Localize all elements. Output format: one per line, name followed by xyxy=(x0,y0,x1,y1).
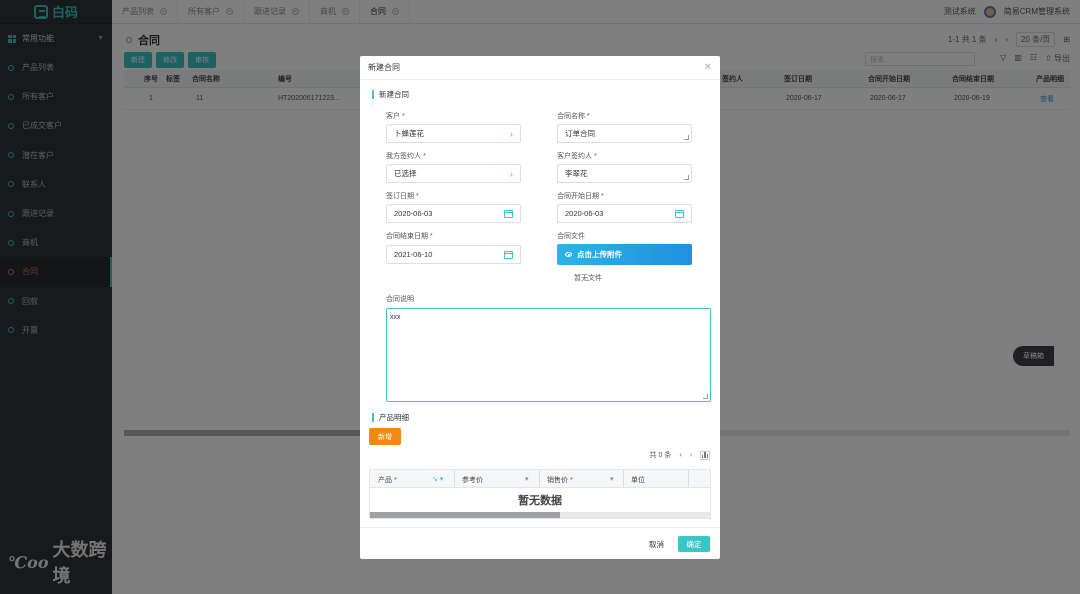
product-table: 产品 * ↘ ▾ 参考价 ▾ 销售价 * ▾ 单位 暂无数据 xyxy=(369,469,711,519)
sign-date-label: 签订日期 * xyxy=(386,193,419,200)
no-file-text: 暂无文件 xyxy=(574,275,602,282)
upload-button[interactable]: 点击上传附件 xyxy=(557,244,692,265)
new-contract-modal: 新建合同 ✕ 新建合同 客户 * 卜蜂莲花 › 合同名称 * 订单合同 我方签约… xyxy=(360,56,720,559)
customer-field[interactable]: 卜蜂莲花 › xyxy=(386,124,521,143)
section-products: 产品明细 xyxy=(372,412,409,423)
end-date-value: 2021-06-10 xyxy=(394,250,433,259)
start-date-label: 合同开始日期 * xyxy=(557,193,604,200)
section-products-title: 产品明细 xyxy=(379,413,409,422)
prev-page-icon[interactable]: ‹ xyxy=(679,452,681,459)
end-date-label: 合同结束日期 * xyxy=(386,233,433,240)
end-date-field[interactable]: 2021-06-10 xyxy=(386,245,521,264)
modal-header: 新建合同 ✕ xyxy=(360,56,720,80)
next-page-icon[interactable]: › xyxy=(690,452,692,459)
col-sale-price[interactable]: 销售价 * xyxy=(547,475,573,485)
sign-date-field[interactable]: 2020-06-03 xyxy=(386,204,521,223)
product-pager: 共 0 条 ‹ › xyxy=(650,450,710,460)
col-ref-price[interactable]: 参考价 xyxy=(462,475,483,485)
section-contract-title: 新建合同 xyxy=(379,90,409,99)
upload-label: 点击上传附件 xyxy=(577,250,622,259)
add-product-button[interactable]: 新增 xyxy=(369,428,401,445)
our-signer-label: 我方签约人 * xyxy=(386,153,426,160)
section-contract: 新建合同 xyxy=(372,89,409,100)
chevron-right-icon: › xyxy=(510,168,513,179)
calendar-icon xyxy=(504,209,513,218)
empty-text: 暂无数据 xyxy=(518,495,562,507)
contract-name-value: 订单合同 xyxy=(565,129,595,138)
bar-chart-icon[interactable] xyxy=(700,450,710,460)
confirm-button[interactable]: 确定 xyxy=(678,536,710,552)
customer-signer-label: 客户签约人 * xyxy=(557,153,597,160)
description-value: xxx xyxy=(390,314,401,321)
eye-icon xyxy=(565,252,572,257)
sort-icon[interactable]: ↘ ▾ xyxy=(432,475,443,483)
start-date-field[interactable]: 2020-06-03 xyxy=(557,204,692,223)
cancel-button[interactable]: 取消 xyxy=(649,539,664,550)
modal-footer: 取消 确定 xyxy=(360,527,720,559)
our-signer-field[interactable]: 已选择 › xyxy=(386,164,521,183)
customer-label: 客户 * xyxy=(386,113,405,120)
customer-value: 卜蜂莲花 xyxy=(394,129,424,138)
contract-name-label: 合同名称 * xyxy=(557,113,590,120)
chevron-down-icon[interactable]: ▾ xyxy=(525,475,529,483)
calendar-icon xyxy=(504,250,513,259)
file-label: 合同文件 xyxy=(557,233,585,240)
sign-date-value: 2020-06-03 xyxy=(394,209,433,218)
description-textarea[interactable]: xxx xyxy=(386,308,711,402)
close-icon[interactable]: ✕ xyxy=(704,62,712,73)
customer-signer-field[interactable]: 李翠花 xyxy=(557,164,692,183)
description-label: 合同说明 xyxy=(386,296,414,303)
customer-signer-value: 李翠花 xyxy=(565,169,588,178)
col-unit[interactable]: 单位 xyxy=(631,475,645,485)
contract-name-field[interactable]: 订单合同 xyxy=(557,124,692,143)
product-table-scrollbar[interactable] xyxy=(370,512,710,518)
product-count: 共 0 条 xyxy=(649,452,672,459)
modal-title: 新建合同 xyxy=(368,63,400,72)
product-table-header: 产品 * ↘ ▾ 参考价 ▾ 销售价 * ▾ 单位 xyxy=(370,470,710,488)
start-date-value: 2020-06-03 xyxy=(565,209,604,218)
chevron-right-icon: › xyxy=(510,128,513,139)
our-signer-value: 已选择 xyxy=(394,169,417,178)
col-product[interactable]: 产品 * xyxy=(378,475,397,485)
chevron-down-icon[interactable]: ▾ xyxy=(610,475,614,483)
calendar-icon xyxy=(675,209,684,218)
